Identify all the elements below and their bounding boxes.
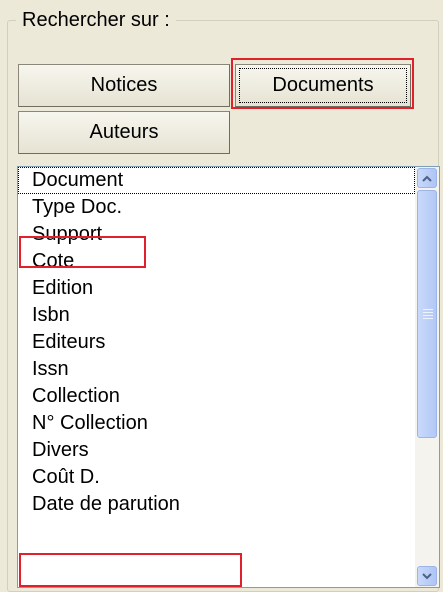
list-item-type-doc[interactable]: Type Doc. [18, 194, 415, 221]
list-item-date-de-parution[interactable]: Date de parution [18, 491, 415, 518]
scroll-up-arrow-icon[interactable] [417, 168, 437, 188]
documents-button-label: Documents [272, 74, 374, 96]
vertical-scrollbar[interactable] [415, 167, 439, 587]
list-item-isbn[interactable]: Isbn [18, 302, 415, 329]
list-item-support[interactable]: Support [18, 221, 415, 248]
list-item-edition[interactable]: Edition [18, 275, 415, 302]
field-list: Document Type Doc. Support Cote Edition … [18, 167, 415, 518]
scroll-down-arrow-icon[interactable] [417, 566, 437, 586]
notices-button[interactable]: Notices [18, 64, 230, 107]
auteurs-button[interactable]: Auteurs [18, 111, 230, 154]
list-item-document[interactable]: Document [18, 167, 415, 194]
auteurs-button-label: Auteurs [89, 121, 159, 143]
field-listbox[interactable]: Document Type Doc. Support Cote Edition … [17, 166, 440, 588]
documents-button[interactable]: Documents [235, 64, 411, 107]
list-item-cout-d[interactable]: Coût D. [18, 464, 415, 491]
list-item-divers[interactable]: Divers [18, 437, 415, 464]
list-item-cote[interactable]: Cote [18, 248, 415, 275]
list-item-collection[interactable]: Collection [18, 383, 415, 410]
notices-button-label: Notices [90, 74, 158, 96]
scrollbar-thumb[interactable] [417, 190, 437, 438]
grip-icon [423, 309, 433, 319]
list-item-issn[interactable]: Issn [18, 356, 415, 383]
groupbox-legend: Rechercher sur : [16, 8, 176, 32]
list-item-n-collection[interactable]: N° Collection [18, 410, 415, 437]
list-item-editeurs[interactable]: Editeurs [18, 329, 415, 356]
